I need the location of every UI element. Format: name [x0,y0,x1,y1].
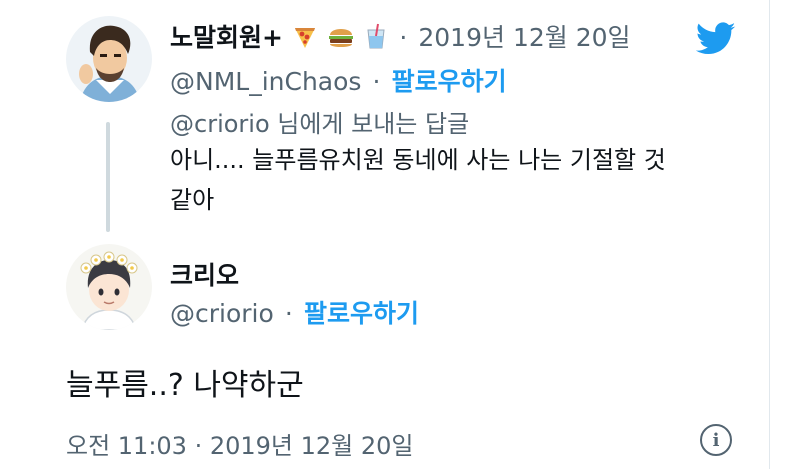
thread-connector-line [106,122,110,232]
follow-button-criorio[interactable]: 팔로우하기 [304,299,419,328]
main-tweet-text: 늘푸름..? 나약하군 [66,368,304,403]
reply-text-line2: 같아 [170,186,215,214]
meta-separator: · [399,23,408,52]
handle-criorio[interactable]: @criorio [170,299,274,328]
display-name-criorio[interactable]: 크리오 [170,256,239,292]
avatar-nml-illustration [66,16,152,102]
info-icon[interactable]: i [700,424,732,456]
reply-date[interactable]: 2019년 12월 20일 [418,23,630,52]
avatar-criorio-illustration [66,244,152,330]
pizza-icon [292,24,318,54]
reply-to-label[interactable]: @criorio 님에게 보내는 답글 [170,104,469,139]
reply-text-line1: 아니.... 늘푸름유치원 동네에 사는 나는 기절할 것 [170,146,666,174]
twitter-bird-icon[interactable] [695,22,736,60]
avatar-nml[interactable] [66,16,152,102]
display-name-nml[interactable]: 노말회원+ [170,23,283,52]
handle-nml[interactable]: @NML_inChaos [170,67,361,96]
handle-separator: · [284,299,293,328]
avatar-criorio[interactable] [66,244,152,330]
handle-separator: · [372,67,381,96]
burger-icon [327,24,355,54]
drink-icon [364,22,388,54]
tweet-timestamp[interactable]: 오전 11:03 · 2019년 12월 20일 [66,426,414,461]
follow-button-nml[interactable]: 팔로우하기 [392,67,507,96]
